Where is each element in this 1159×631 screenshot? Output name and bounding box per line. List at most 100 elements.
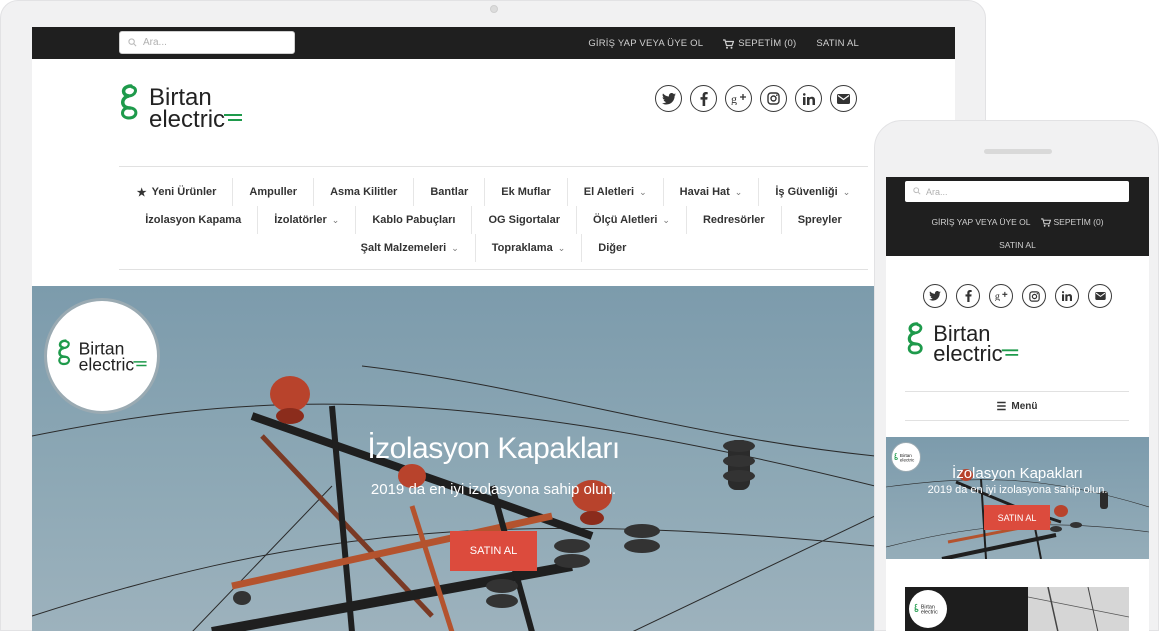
- search-field[interactable]: [119, 31, 295, 54]
- nav-item-label: İş Güvenliği: [775, 186, 838, 198]
- nav-item-label: Şalt Malzemeleri: [360, 242, 447, 254]
- nav-item-ampuller[interactable]: Ampuller: [233, 178, 315, 206]
- nav-item-havai-hat[interactable]: Havai Hat ⌄: [664, 178, 760, 206]
- nav-item-label: Topraklama: [491, 242, 553, 254]
- star-icon: ★: [136, 186, 147, 199]
- brand-line2: electric: [933, 341, 1002, 366]
- mobile-menu-toggle[interactable]: ☰ Menü: [905, 391, 1129, 421]
- nav-item-ek-muflar[interactable]: Ek Muflar: [485, 178, 568, 206]
- mobile-search-field[interactable]: [905, 181, 1129, 202]
- nav-item-label: Ölçü Aletleri: [593, 214, 658, 226]
- nav-item-yeni-urunler[interactable]: ★ Yeni Ürünler: [121, 178, 234, 206]
- nav-item-asma-kilitler[interactable]: Asma Kilitler: [314, 178, 415, 206]
- nav-item-label: Havai Hat: [679, 186, 730, 198]
- nav-item-label: Spreyler: [797, 214, 842, 226]
- nav-item-spreyler[interactable]: Spreyler: [782, 206, 858, 234]
- main-nav: ★ Yeni Ürünler Ampuller Asma Kilitler Ba…: [119, 166, 868, 270]
- nav-item-label: İzolasyon Kapama: [145, 214, 242, 226]
- phone-frame: GİRİŞ YAP VEYA ÜYE OL SEPETİM (0) SATIN …: [874, 120, 1159, 631]
- nav-item-bantlar[interactable]: Bantlar: [414, 178, 486, 206]
- product-image: [1027, 587, 1129, 631]
- brand-logo: Birtan electric: [58, 339, 147, 375]
- chevron-down-icon: ⌄: [557, 242, 566, 253]
- twitter-icon[interactable]: [923, 284, 947, 308]
- nav-item-olcu-aletleri[interactable]: Ölçü Aletleri ⌄: [577, 206, 687, 234]
- mobile-top-bar: GİRİŞ YAP VEYA ÜYE OL SEPETİM (0) SATIN …: [886, 177, 1149, 256]
- facebook-icon[interactable]: [690, 85, 717, 112]
- laptop-frame: GİRİŞ YAP VEYA ÜYE OL SEPETİM (0) SATIN …: [0, 0, 986, 631]
- mobile-social-links: g: [923, 284, 1112, 308]
- cart-link[interactable]: SEPETİM (0): [723, 38, 796, 49]
- nav-item-label: Ek Muflar: [501, 186, 551, 198]
- google-plus-icon[interactable]: g: [989, 284, 1013, 308]
- linkedin-icon[interactable]: [1055, 284, 1079, 308]
- brand-line2: electric: [900, 457, 915, 462]
- nav-item-label: Kablo Pabuçları: [372, 214, 456, 226]
- laptop-camera: [490, 5, 498, 13]
- phone-speaker: [984, 149, 1052, 154]
- mail-icon[interactable]: [1088, 284, 1112, 308]
- nav-item-label: Bantlar: [430, 186, 469, 198]
- chevron-down-icon: ⌄: [734, 186, 743, 197]
- cart-label: SEPETİM (0): [738, 38, 797, 49]
- nav-item-label: İzolatörler: [274, 214, 327, 226]
- mobile-search-input[interactable]: [905, 181, 1129, 202]
- instagram-icon[interactable]: [1022, 284, 1046, 308]
- nav-item-label: Redresörler: [702, 214, 765, 226]
- linkedin-icon[interactable]: [795, 85, 822, 112]
- nav-item-topraklama[interactable]: Topraklama ⌄: [476, 234, 583, 262]
- nav-item-redresorler[interactable]: Redresörler: [687, 206, 782, 234]
- search-input[interactable]: [120, 32, 294, 53]
- mail-icon[interactable]: [830, 85, 857, 112]
- nav-item-salt-malzemeleri[interactable]: Şalt Malzemeleri ⌄: [345, 234, 476, 262]
- mobile-cart-link[interactable]: SEPETİM (0): [1040, 217, 1104, 227]
- nav-item-diger[interactable]: Diğer: [582, 234, 642, 262]
- brand-line2: electric: [79, 355, 135, 375]
- nav-item-label: Diğer: [598, 242, 627, 254]
- chevron-down-icon: ⌄: [662, 214, 670, 225]
- nav-item-label: Yeni Ürünler: [151, 186, 217, 198]
- nav-item-el-aletleri[interactable]: El Aletleri ⌄: [568, 178, 664, 206]
- facebook-icon[interactable]: [956, 284, 980, 308]
- hero-buy-button[interactable]: SATIN AL: [450, 531, 537, 571]
- nav-item-og-sigortalar[interactable]: OG Sigortalar: [472, 206, 578, 234]
- svg-text:g: g: [994, 291, 999, 301]
- chevron-down-icon: ⌄: [842, 186, 851, 197]
- mobile-buy-link[interactable]: SATIN AL: [886, 240, 1149, 250]
- nav-item-label: Ampuller: [249, 186, 298, 198]
- product-logo: Birtan electric: [909, 590, 947, 628]
- social-links: g: [655, 85, 857, 112]
- brand-line2: electric: [921, 609, 938, 615]
- mobile-site-logo[interactable]: Birtan electric: [905, 320, 1020, 371]
- mobile-hero-title: İzolasyon Kapakları: [952, 465, 1083, 482]
- login-link[interactable]: GİRİŞ YAP VEYA ÜYE OL: [588, 38, 703, 49]
- hero-logo-badge: Birtan electric: [44, 298, 160, 414]
- nav-item-is-guvenligi[interactable]: İş Güvenliği ⌄: [759, 178, 866, 206]
- twitter-icon[interactable]: [655, 85, 682, 112]
- brand-logo: Birtan electric: [894, 452, 915, 462]
- site-logo[interactable]: Birtan electric: [118, 82, 244, 137]
- top-links: GİRİŞ YAP VEYA ÜYE OL SEPETİM (0) SATIN …: [588, 38, 859, 49]
- buy-link[interactable]: SATIN AL: [816, 38, 859, 49]
- nav-item-label: El Aletleri: [583, 186, 635, 198]
- nav-item-kablo-pabuclari[interactable]: Kablo Pabuçları: [356, 206, 473, 234]
- search-icon: [128, 38, 137, 47]
- cart-icon: [1040, 217, 1051, 227]
- instagram-icon[interactable]: [760, 85, 787, 112]
- nav-item-label: OG Sigortalar: [488, 214, 561, 226]
- nav-item-izolatorler[interactable]: İzolatörler ⌄: [258, 206, 357, 234]
- hero-background-photo: [886, 469, 1149, 559]
- mobile-hero-buy-button[interactable]: SATIN AL: [984, 505, 1050, 530]
- google-plus-icon[interactable]: g: [725, 85, 752, 112]
- mobile-hero-banner: Birtan electric İzolasyon Kapakları 2019…: [886, 437, 1149, 559]
- hero-subtitle: 2019 da en iyi izolasyona sahip olun.: [370, 481, 617, 498]
- brand-logo: Birtan electric: [914, 603, 938, 615]
- mobile-product-card[interactable]: Birtan electric: [905, 587, 1129, 631]
- mobile-login-link[interactable]: GİRİŞ YAP VEYA ÜYE OL: [931, 217, 1030, 227]
- desktop-screen: GİRİŞ YAP VEYA ÜYE OL SEPETİM (0) SATIN …: [32, 27, 955, 631]
- brand-line2: electric: [149, 106, 225, 132]
- menu-label: Menü: [1011, 400, 1038, 412]
- nav-item-izolasyon-kapama[interactable]: İzolasyon Kapama: [129, 206, 259, 234]
- chevron-down-icon: ⌄: [639, 186, 647, 197]
- chevron-down-icon: ⌄: [451, 242, 459, 253]
